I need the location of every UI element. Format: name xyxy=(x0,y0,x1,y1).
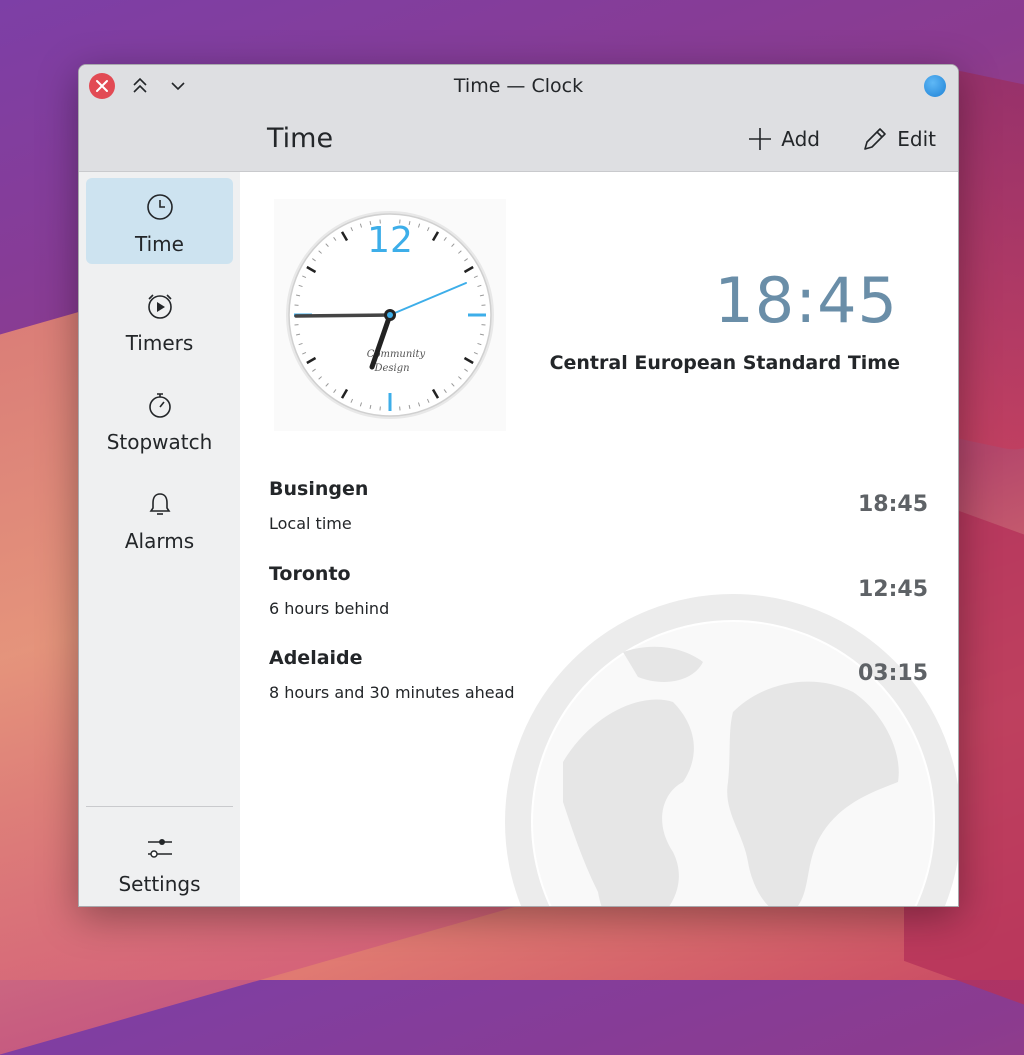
sidebar-item-stopwatch[interactable]: Stopwatch xyxy=(86,376,233,462)
add-label: Add xyxy=(781,127,820,151)
sidebar-item-label: Stopwatch xyxy=(86,430,233,454)
sidebar-item-time[interactable]: Time xyxy=(86,178,233,264)
city-offset: Local time xyxy=(269,514,352,533)
city-offset: 8 hours and 30 minutes ahead xyxy=(269,683,515,702)
city-name: Adelaide xyxy=(269,647,363,669)
settings-label: Settings xyxy=(86,872,233,896)
analog-clock: 12 Community Design xyxy=(274,199,506,431)
list-item[interactable]: Adelaide 8 hours and 30 minutes ahead 03… xyxy=(269,647,928,717)
city-offset: 6 hours behind xyxy=(269,599,389,618)
clock-face-number: 12 xyxy=(367,220,413,261)
plus-icon xyxy=(747,126,773,152)
settings-button[interactable]: Settings xyxy=(86,818,233,904)
clock-window: Time — Clock Time Timers Stopwatch xyxy=(78,64,959,907)
title-bar: Time — Clock xyxy=(79,65,958,109)
current-time: 18:45 xyxy=(714,264,898,337)
city-time: 03:15 xyxy=(858,661,928,686)
add-button[interactable]: Add xyxy=(747,124,820,154)
bell-icon xyxy=(86,489,233,519)
clock-brand-line2: Design xyxy=(373,363,409,374)
pencil-icon xyxy=(861,125,889,153)
timezone-name: Central European Standard Time xyxy=(550,352,900,374)
city-time: 18:45 xyxy=(858,492,928,517)
edit-button[interactable]: Edit xyxy=(861,124,936,154)
list-item[interactable]: Toronto 6 hours behind 12:45 xyxy=(269,563,928,633)
window-title: Time — Clock xyxy=(79,75,958,97)
app-icon[interactable] xyxy=(924,75,946,97)
clock-icon xyxy=(86,192,233,222)
page-title: Time xyxy=(267,123,333,154)
time-page: 12 Community Design 18:45 Central Europe… xyxy=(240,172,958,906)
sidebar-header xyxy=(79,108,240,172)
globe-icon xyxy=(503,592,958,906)
sidebar-item-timers[interactable]: Timers xyxy=(86,277,233,363)
city-name: Busingen xyxy=(269,478,368,500)
sidebar-item-alarms[interactable]: Alarms xyxy=(86,475,233,561)
list-item[interactable]: Busingen Local time 18:45 xyxy=(269,478,928,548)
sidebar-item-label: Timers xyxy=(86,331,233,355)
stopwatch-icon xyxy=(86,390,233,420)
page-header: Time Add Edit xyxy=(240,108,958,172)
minute-hand xyxy=(296,315,390,316)
sidebar-item-label: Time xyxy=(86,232,233,256)
sidebar-divider xyxy=(86,806,233,807)
sidebar: Time Timers Stopwatch Alarms Setti xyxy=(79,108,241,906)
timer-icon xyxy=(86,291,233,321)
city-time: 12:45 xyxy=(858,577,928,602)
sliders-icon xyxy=(86,832,233,862)
city-name: Toronto xyxy=(269,563,351,585)
edit-label: Edit xyxy=(897,127,936,151)
sidebar-item-label: Alarms xyxy=(86,529,233,553)
